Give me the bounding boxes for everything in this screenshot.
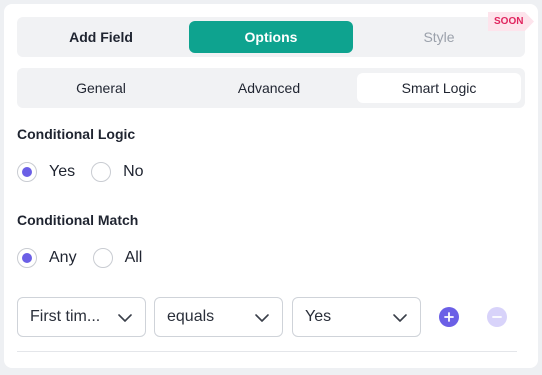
radio-unchecked-icon (92, 248, 113, 268)
main-tab-bar: Add Field Options Style (17, 17, 525, 57)
soon-badge: SOON (488, 12, 534, 31)
conditional-logic-no-radio[interactable]: No (91, 162, 144, 182)
tab-smart-logic[interactable]: Smart Logic (357, 73, 521, 103)
conditional-match-radio-group: Any All (17, 248, 158, 268)
rule-field-select[interactable]: First tim... (17, 297, 146, 337)
rule-operator-select[interactable]: equals (154, 297, 283, 337)
plus-icon (444, 312, 454, 322)
radio-unchecked-icon (91, 162, 112, 182)
radio-checked-icon (17, 248, 37, 268)
rule-field-value: First tim... (30, 308, 101, 325)
rule-operator-value: equals (167, 308, 215, 325)
rule-value-select[interactable]: Yes (292, 297, 421, 337)
sub-tab-bar: General Advanced Smart Logic (17, 68, 525, 108)
radio-label: Yes (49, 163, 76, 180)
conditional-logic-radio-group: Yes No (17, 162, 160, 182)
chevron-down-icon (393, 314, 407, 322)
tab-options[interactable]: Options (189, 21, 353, 53)
tab-general[interactable]: General (19, 73, 183, 103)
chevron-down-icon (118, 314, 132, 322)
divider (17, 351, 517, 352)
minus-icon (492, 316, 502, 318)
radio-label: All (124, 249, 143, 266)
radio-label: No (123, 163, 144, 180)
tab-advanced[interactable]: Advanced (187, 73, 351, 103)
conditional-logic-yes-radio[interactable]: Yes (17, 162, 75, 182)
chevron-down-icon (255, 314, 269, 322)
conditional-match-any-radio[interactable]: Any (17, 248, 77, 268)
conditional-match-label: Conditional Match (17, 212, 139, 228)
radio-checked-icon (17, 162, 37, 182)
conditional-match-all-radio[interactable]: All (92, 248, 143, 268)
tab-add-field[interactable]: Add Field (19, 21, 183, 53)
rule-value-value: Yes (305, 308, 332, 325)
conditional-logic-label: Conditional Logic (17, 126, 136, 142)
remove-rule-button[interactable] (487, 307, 507, 327)
add-rule-button[interactable] (439, 307, 459, 327)
radio-label: Any (49, 249, 77, 266)
